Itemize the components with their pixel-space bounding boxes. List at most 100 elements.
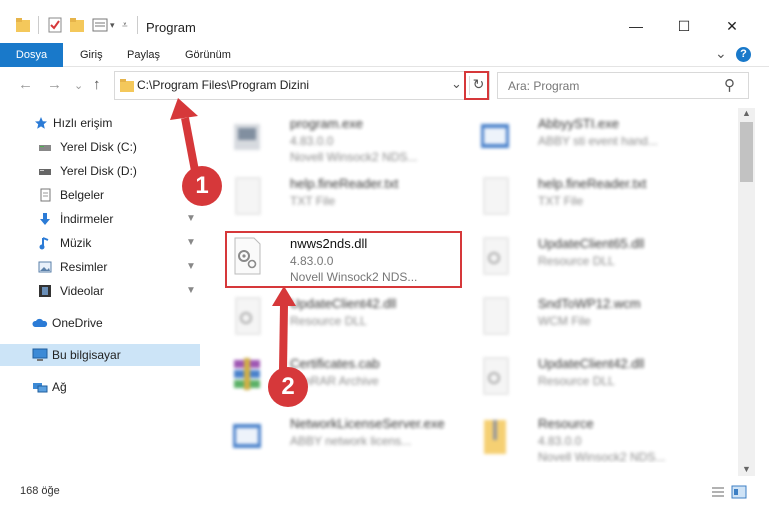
address-dropdown-icon[interactable]: ⌄ bbox=[451, 76, 462, 92]
sidebar-item-local-disk-c[interactable]: Yerel Disk (C:) bbox=[0, 136, 200, 158]
exe-icon bbox=[233, 424, 261, 448]
navigation-pane: Hızlı erişim Yerel Disk (C:) Yerel Disk … bbox=[0, 108, 206, 468]
search-icon[interactable]: ⚲ bbox=[724, 76, 735, 94]
details-view-icon[interactable] bbox=[710, 485, 726, 499]
exe-icon bbox=[234, 124, 260, 150]
drive-icon bbox=[39, 169, 51, 175]
sidebar-item-network[interactable]: Ağ bbox=[0, 376, 200, 398]
file-name: UpdateClient42.dll bbox=[538, 356, 645, 371]
file-item[interactable]: UpdateClient42.dll Resource DLL bbox=[222, 290, 457, 346]
drive-icon bbox=[39, 145, 51, 151]
file-detail: ABBY network licens... bbox=[290, 434, 412, 448]
file-name: AbbyySTI.exe bbox=[538, 116, 619, 131]
close-button[interactable]: ✕ bbox=[712, 14, 752, 38]
file-item[interactable]: Certificates.cab WinRAR Archive bbox=[222, 350, 457, 406]
forward-button[interactable]: → bbox=[47, 76, 62, 93]
videos-icon bbox=[39, 285, 51, 297]
scroll-up-icon[interactable]: ▲ bbox=[742, 108, 751, 118]
file-item[interactable]: UpdateClient42.dll Resource DLL bbox=[470, 350, 705, 406]
file-detail: ABBY sti event hand... bbox=[538, 134, 658, 148]
sidebar-item-pictures[interactable]: Resimler ▼ bbox=[0, 256, 200, 278]
help-icon[interactable]: ? bbox=[736, 47, 751, 62]
folder-icon bbox=[16, 18, 30, 32]
sidebar-item-this-pc[interactable]: Bu bilgisayar bbox=[0, 344, 200, 366]
tab-dosya[interactable]: Dosya bbox=[0, 43, 63, 67]
back-button[interactable]: ← bbox=[18, 76, 33, 93]
file-icon bbox=[483, 297, 509, 335]
sidebar-item-local-disk-d[interactable]: Yerel Disk (D:) bbox=[0, 160, 200, 182]
up-button[interactable]: ↑ bbox=[93, 76, 101, 93]
expand-ribbon-icon[interactable]: ⌄ bbox=[715, 45, 727, 62]
file-item[interactable]: SndToWP12.wcm WCM File bbox=[470, 290, 705, 346]
file-detail: 4.83.0.0 bbox=[538, 434, 582, 448]
pin-icon[interactable]: ▼ bbox=[186, 208, 196, 230]
customize-toolbar-icon[interactable]: ⩡ bbox=[122, 20, 128, 31]
minimize-button[interactable]: — bbox=[616, 14, 656, 38]
scroll-down-icon[interactable]: ▼ bbox=[742, 464, 751, 474]
sidebar-item-label: Belgeler bbox=[60, 188, 105, 202]
sidebar-item-music[interactable]: Müzik ▼ bbox=[0, 232, 200, 254]
file-item[interactable]: AbbyySTI.exe ABBY sti event hand... bbox=[470, 110, 705, 166]
chevron-down-icon[interactable]: ▾ bbox=[110, 20, 115, 31]
music-icon bbox=[39, 237, 49, 250]
file-item[interactable]: help.fineReader.txt TXT File bbox=[470, 170, 705, 226]
sidebar-item-label: Hızlı erişim bbox=[53, 116, 113, 130]
title-divider bbox=[137, 16, 138, 34]
sidebar-item-label: Yerel Disk (C:) bbox=[60, 140, 137, 154]
refresh-highlight-box bbox=[464, 71, 489, 100]
view-options-icon[interactable] bbox=[92, 17, 108, 33]
sidebar-item-downloads[interactable]: İndirmeler ▼ bbox=[0, 208, 200, 230]
file-name: UpdateClient65.dll bbox=[538, 236, 645, 251]
search-input[interactable]: Ara: Program bbox=[508, 79, 579, 93]
recent-locations-button[interactable]: ⌄ bbox=[74, 79, 83, 92]
file-item[interactable]: NetworkLicenseServer.exe ABBY network li… bbox=[222, 410, 457, 463]
cloud-icon bbox=[32, 318, 48, 327]
tab-paylas[interactable]: Paylaş bbox=[127, 43, 160, 67]
pin-icon[interactable]: ▼ bbox=[186, 256, 196, 278]
properties-icon[interactable] bbox=[48, 17, 62, 33]
file-detail: TXT File bbox=[290, 194, 336, 208]
sidebar-item-label: Videolar bbox=[60, 284, 104, 298]
file-name: Resource bbox=[538, 416, 594, 431]
sidebar-item-documents[interactable]: Belgeler bbox=[0, 184, 200, 206]
tiles-view-icon[interactable] bbox=[731, 485, 747, 499]
file-name: help.fineReader.txt bbox=[290, 176, 399, 191]
scroll-thumb[interactable] bbox=[740, 122, 753, 182]
item-count: 168 öğe bbox=[20, 485, 60, 497]
tab-gorunum[interactable]: Görünüm bbox=[185, 43, 231, 67]
vertical-scrollbar[interactable]: ▲ ▼ bbox=[738, 108, 755, 476]
sidebar-item-onedrive[interactable]: OneDrive bbox=[0, 312, 200, 334]
file-name: UpdateClient42.dll bbox=[290, 296, 397, 311]
sidebar-item-label: Ağ bbox=[52, 380, 67, 394]
step-1-badge: 1 bbox=[182, 166, 222, 206]
tab-giris[interactable]: Giriş bbox=[80, 43, 103, 67]
maximize-button[interactable]: ☐ bbox=[664, 14, 704, 38]
address-path[interactable]: C:\Program Files\Program Dizini bbox=[137, 78, 309, 92]
pictures-icon bbox=[38, 261, 52, 273]
file-detail: Resource DLL bbox=[538, 254, 615, 268]
sidebar-item-videos[interactable]: Videolar ▼ bbox=[0, 280, 200, 302]
new-folder-icon[interactable] bbox=[70, 17, 84, 33]
sidebar-item-label: Resimler bbox=[60, 260, 108, 274]
text-file-icon bbox=[483, 177, 509, 215]
file-item[interactable]: UpdateClient65.dll Resource DLL bbox=[470, 230, 705, 286]
address-bar[interactable]: C:\Program Files\Program Dizini ⌄ ↻ bbox=[114, 71, 490, 100]
file-item[interactable]: program.exe 4.83.0.0 Novell Winsock2 NDS… bbox=[222, 110, 457, 166]
file-name: program.exe bbox=[290, 116, 363, 131]
window-title: Program bbox=[146, 20, 196, 35]
search-box[interactable]: Ara: Program ⚲ bbox=[497, 72, 749, 99]
star-icon bbox=[35, 117, 47, 129]
sidebar-item-label: Yerel Disk (D:) bbox=[60, 164, 137, 178]
dll-icon bbox=[483, 357, 509, 395]
file-detail: Resource DLL bbox=[290, 314, 367, 328]
sidebar-item-label: İndirmeler bbox=[60, 212, 114, 226]
ribbon-tabs: Dosya Giriş Paylaş Görünüm ⌄ ? bbox=[0, 43, 769, 67]
file-item[interactable]: help.fineReader.txt TXT File bbox=[222, 170, 457, 226]
file-name: NetworkLicenseServer.exe bbox=[290, 416, 445, 431]
file-item[interactable]: Resource 4.83.0.0 Novell Winsock2 NDS... bbox=[470, 410, 705, 463]
pin-icon[interactable]: ▼ bbox=[186, 280, 196, 302]
download-icon bbox=[40, 213, 50, 225]
sidebar-item-quick-access[interactable]: Hızlı erişim bbox=[0, 112, 200, 134]
pin-icon[interactable]: ▼ bbox=[186, 232, 196, 254]
exe-icon bbox=[481, 124, 509, 148]
